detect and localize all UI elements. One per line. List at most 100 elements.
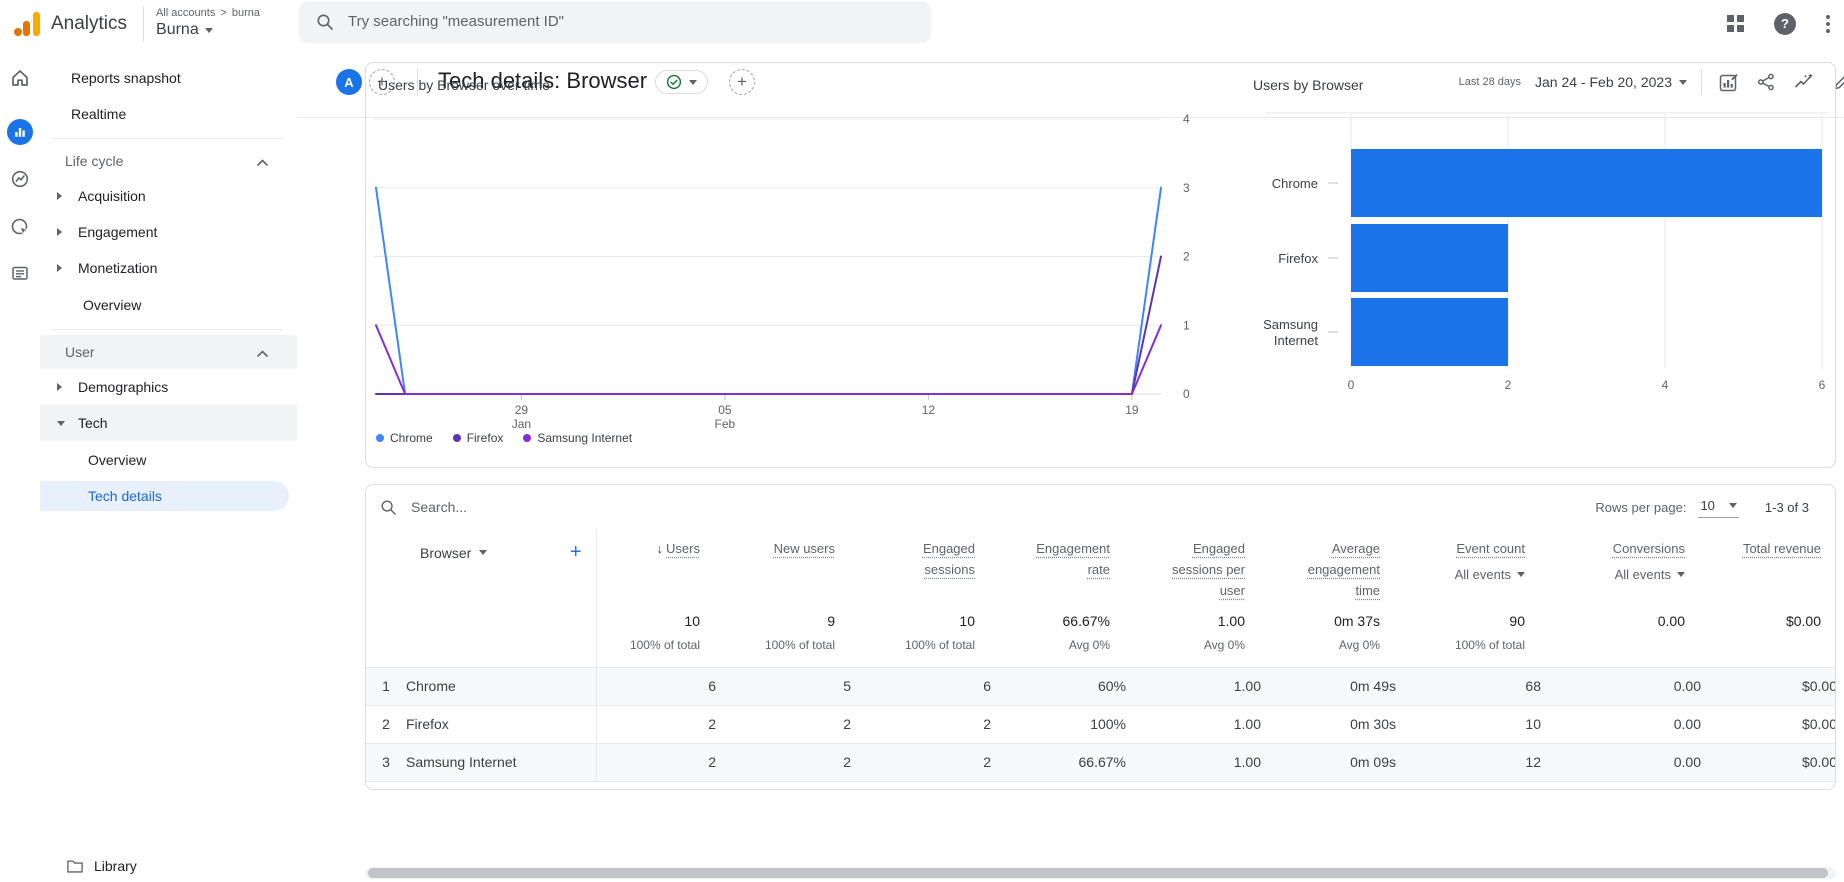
chevron-up-icon [256, 154, 269, 170]
metrics-table: Browser + ↓ Users New users Engaged sessions E… [366, 529, 1835, 782]
column-header-label: Engaged sessions [922, 541, 975, 577]
totals-metric-cell: 9 100% of total [716, 601, 851, 668]
totals-value: $0.00 [1785, 613, 1821, 630]
sidebar-item-label: Engagement [78, 224, 158, 240]
rail-reports-icon[interactable] [0, 119, 40, 145]
header-metric-cell: New users [716, 529, 851, 601]
rail-configure-icon[interactable] [0, 263, 40, 283]
chevron-right-icon [57, 192, 62, 200]
rail-explore-icon[interactable] [0, 169, 40, 189]
account-switcher[interactable]: All accounts > burna Burna [156, 7, 260, 41]
totals-metric-cell: 1.00 Avg 0% [1126, 601, 1261, 668]
row-dimension-samsung-internet: Samsung Internet [406, 743, 597, 782]
table-search-input[interactable] [409, 498, 633, 516]
table-row: 2 Firefox 2 2 2 100% 1.00 0m 30s 10 0.00 $0.00 [366, 705, 1835, 744]
chevron-down-icon [479, 550, 488, 555]
sidebar-item-acquisition[interactable]: Acquisition [40, 178, 297, 214]
table-row: 3 Samsung Internet 2 2 2 66.67% 1.00 0m 09s 12 0.… [366, 743, 1835, 782]
sidebar-item-demographics[interactable]: Demographics [40, 369, 297, 405]
totals-value: 66.67% [1062, 613, 1110, 630]
column-header-event-count[interactable]: Event count All events [1396, 539, 1541, 582]
add-secondary-dimension-button[interactable]: + [570, 541, 582, 564]
row-metric-value: 2 [716, 705, 851, 744]
global-search[interactable] [300, 2, 930, 41]
row-index: 2 [366, 705, 406, 744]
horizontal-scrollbar[interactable] [365, 867, 1836, 879]
header-metric-cell: Conversions All events [1541, 529, 1701, 601]
column-header-conversions[interactable]: Conversions All events [1541, 539, 1701, 582]
row-metric-value: $0.00 [1701, 743, 1835, 782]
sidebar-section-life-cycle[interactable]: Life cycle [40, 144, 297, 178]
totals-value: 9 [827, 613, 835, 630]
analytics-logo[interactable]: Analytics [0, 11, 143, 36]
bar-chart-xtick: 0 [1348, 378, 1355, 392]
totals-value: 0.00 [1657, 613, 1685, 630]
legend-label: Firefox [466, 431, 504, 445]
totals-subtext: 100% of total [764, 638, 835, 653]
row-metric-value: 2 [851, 705, 991, 744]
column-header-engaged-sessions[interactable]: Engaged sessions [851, 539, 991, 581]
legend-dot [452, 434, 461, 442]
sidebar-item-realtime[interactable]: Realtime [40, 96, 297, 132]
bar-chrome [1351, 149, 1822, 217]
totals-subtext: Avg 0% [1068, 638, 1110, 653]
report-avatar[interactable]: A [336, 69, 362, 95]
bar-category-label: Internet [1274, 333, 1318, 348]
row-metric-value: 68 [1396, 667, 1541, 706]
row-metric-value: 60% [991, 667, 1126, 706]
row-metric-value: 66.67% [991, 743, 1126, 782]
sidebar-item-reports-snapshot[interactable]: Reports snapshot [40, 60, 297, 96]
sidebar-item-label: Monetization [78, 260, 158, 276]
sidebar-item-tech[interactable]: Tech [40, 405, 297, 441]
line-chart-ytick: 3 [1183, 181, 1190, 195]
rail-home-icon[interactable] [0, 68, 40, 88]
column-filter-select[interactable]: All events [1541, 567, 1685, 582]
sidebar-item-engagement[interactable]: Engagement [40, 214, 297, 250]
main-content: A + Tech details: Browser + Last 28 days… [297, 47, 1844, 882]
column-header-average-engagement-time[interactable]: Average engagement time [1261, 539, 1396, 601]
sidebar-item-monetization[interactable]: Monetization [40, 250, 297, 286]
legend-item-samsung-internet: Samsung Internet [523, 431, 632, 445]
line-chart-xtick: Jan [512, 417, 531, 431]
sidebar-section-user[interactable]: User [40, 335, 297, 369]
sidebar-item-library[interactable]: Library [66, 858, 137, 874]
column-header-engagement-rate[interactable]: Engagement rate [991, 539, 1126, 581]
line-series-chrome [375, 186, 1162, 395]
more-vert-icon[interactable] [1826, 14, 1830, 33]
rows-per-page-select[interactable]: 10 [1698, 496, 1739, 518]
bar-category-label: Samsung [1263, 317, 1318, 332]
row-metric-value: 2 [851, 743, 991, 782]
column-header-users[interactable]: ↓ Users [597, 539, 717, 560]
column-filter-select[interactable]: All events [1396, 567, 1525, 582]
row-metric-value: $0.00 [1701, 667, 1835, 706]
apps-grid-icon[interactable] [1727, 15, 1744, 32]
row-index: 3 [366, 743, 406, 782]
row-index: 1 [366, 667, 406, 706]
dimension-select[interactable]: Browser [420, 545, 488, 561]
line-chart-xtick: 05 [718, 403, 732, 417]
header-dimension-cell: Browser + [406, 529, 597, 602]
account-name: Burna [156, 21, 199, 39]
column-header-engaged-sessions-per-user[interactable]: Engaged sessions per user [1126, 539, 1261, 601]
row-metric-value: 0m 49s [1261, 667, 1396, 706]
help-icon[interactable]: ? [1774, 12, 1796, 35]
sort-descending-icon: ↓ [656, 541, 664, 556]
scrollbar-thumb[interactable] [368, 868, 1828, 878]
legend-label: Samsung Internet [537, 431, 633, 445]
column-header-label: Average engagement time [1307, 541, 1380, 598]
rail-advertising-icon[interactable] [0, 217, 40, 237]
row-metric-value: 5 [716, 667, 851, 706]
totals-value: 0m 37s [1334, 613, 1380, 630]
chevron-right-icon [57, 264, 62, 272]
table-header-row: Browser + ↓ Users New users Engaged sessions E… [366, 529, 1835, 602]
column-header-total-revenue[interactable]: Total revenue [1701, 539, 1835, 560]
search-input[interactable] [346, 12, 870, 31]
sidebar-item-overview[interactable]: Overview [40, 286, 297, 323]
column-header-new-users[interactable]: New users [716, 539, 851, 560]
sidebar-item-overview[interactable]: Overview [40, 441, 297, 478]
row-metric-value: 6 [851, 667, 991, 706]
sidebar-item-tech-details[interactable]: Tech details [40, 481, 289, 511]
totals-metric-cell: 0m 37s Avg 0% [1261, 601, 1396, 668]
row-metric-value: 10 [1396, 705, 1541, 744]
line-chart-ytick: 0 [1183, 387, 1190, 401]
